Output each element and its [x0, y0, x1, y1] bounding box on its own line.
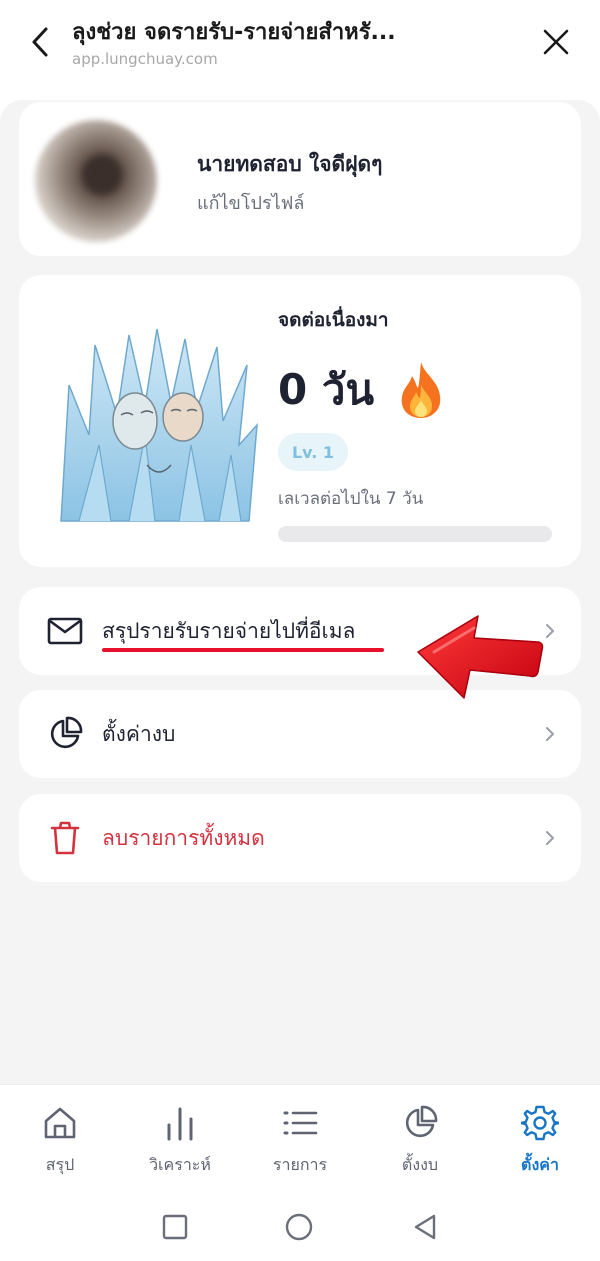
nav-item-budget[interactable]: ตั้งงบ [360, 1103, 480, 1183]
level-badge: Lv. 1 [278, 433, 348, 471]
nav-label: วิเคราะห์ [149, 1155, 211, 1174]
annotation-underline [102, 648, 384, 652]
budget-settings-label: ตั้งค่างบ [102, 722, 176, 746]
triangle-back-icon [414, 1214, 436, 1240]
fire-icon [401, 362, 441, 418]
streak-label: จดต่อเนื่องมา [278, 309, 389, 331]
email-summary-label: สรุปรายรับรายจ่ายไปที่อีเมล [102, 619, 356, 643]
system-nav-bar [0, 1192, 600, 1261]
frozen-character-illustration [60, 328, 258, 522]
gear-icon [520, 1103, 560, 1143]
annotation-arrow-icon [417, 615, 544, 699]
streak-days-value: 0 วัน [278, 365, 375, 414]
nav-label: ตั้งค่า [521, 1155, 559, 1174]
level-progress-bar [278, 526, 552, 542]
streak-days: 0 วัน [278, 357, 448, 423]
close-button[interactable] [536, 22, 576, 62]
nav-label: ตั้งงบ [401, 1155, 439, 1174]
trash-icon [45, 818, 85, 858]
back-button[interactable] [22, 22, 58, 62]
nav-label: รายการ [272, 1155, 328, 1174]
square-icon [162, 1214, 188, 1240]
mail-icon [45, 611, 85, 651]
bottom-nav: สรุป วิเคราะห์ รายการ ตั้งงบ ตั้งค่า [0, 1084, 600, 1192]
home-icon [40, 1103, 80, 1143]
browser-header: ลุงช่วย จดรายรับ-รายจ่ายสำหรั... app.lun… [0, 0, 600, 88]
system-back-button[interactable] [410, 1212, 440, 1242]
bar-chart-icon [160, 1103, 200, 1143]
budget-settings-row[interactable]: ตั้งค่างบ [19, 690, 581, 778]
delete-all-label: ลบรายการทั้งหมด [102, 826, 265, 850]
chevron-right-icon [546, 727, 554, 741]
profile-card[interactable]: นายทดสอบ ใจดีฝุดๆ แก้ไขโปรไฟล์ [19, 102, 581, 256]
nav-item-summary[interactable]: สรุป [0, 1103, 120, 1183]
chevron-right-icon [546, 831, 554, 845]
page-title: ลุงช่วย จดรายรับ-รายจ่ายสำหรั... [72, 20, 396, 45]
edit-profile-link[interactable]: แก้ไขโปรไฟล์ [197, 188, 304, 217]
nav-item-settings[interactable]: ตั้งค่า [480, 1103, 600, 1183]
streak-card: จดต่อเนื่องมา 0 วัน Lv. 1 เลเวลต่อไปใน 7… [19, 275, 581, 567]
pie-chart-icon [400, 1103, 440, 1143]
recents-button[interactable] [160, 1212, 190, 1242]
pie-chart-icon [45, 714, 85, 754]
profile-name: นายทดสอบ ใจดีฝุดๆ [197, 152, 383, 176]
circle-icon [285, 1213, 313, 1241]
nav-label: สรุป [45, 1155, 75, 1174]
page-url: app.lungchuay.com [72, 50, 218, 68]
list-icon [280, 1103, 320, 1143]
nav-item-transactions[interactable]: รายการ [240, 1103, 360, 1183]
close-icon [543, 29, 569, 55]
avatar[interactable] [35, 120, 157, 242]
home-button[interactable] [284, 1212, 314, 1242]
delete-all-row[interactable]: ลบรายการทั้งหมด [19, 794, 581, 882]
nav-item-analysis[interactable]: วิเคราะห์ [120, 1103, 240, 1183]
next-level-text: เลเวลต่อไปใน 7 วัน [278, 489, 424, 509]
chevron-left-icon [32, 27, 48, 57]
